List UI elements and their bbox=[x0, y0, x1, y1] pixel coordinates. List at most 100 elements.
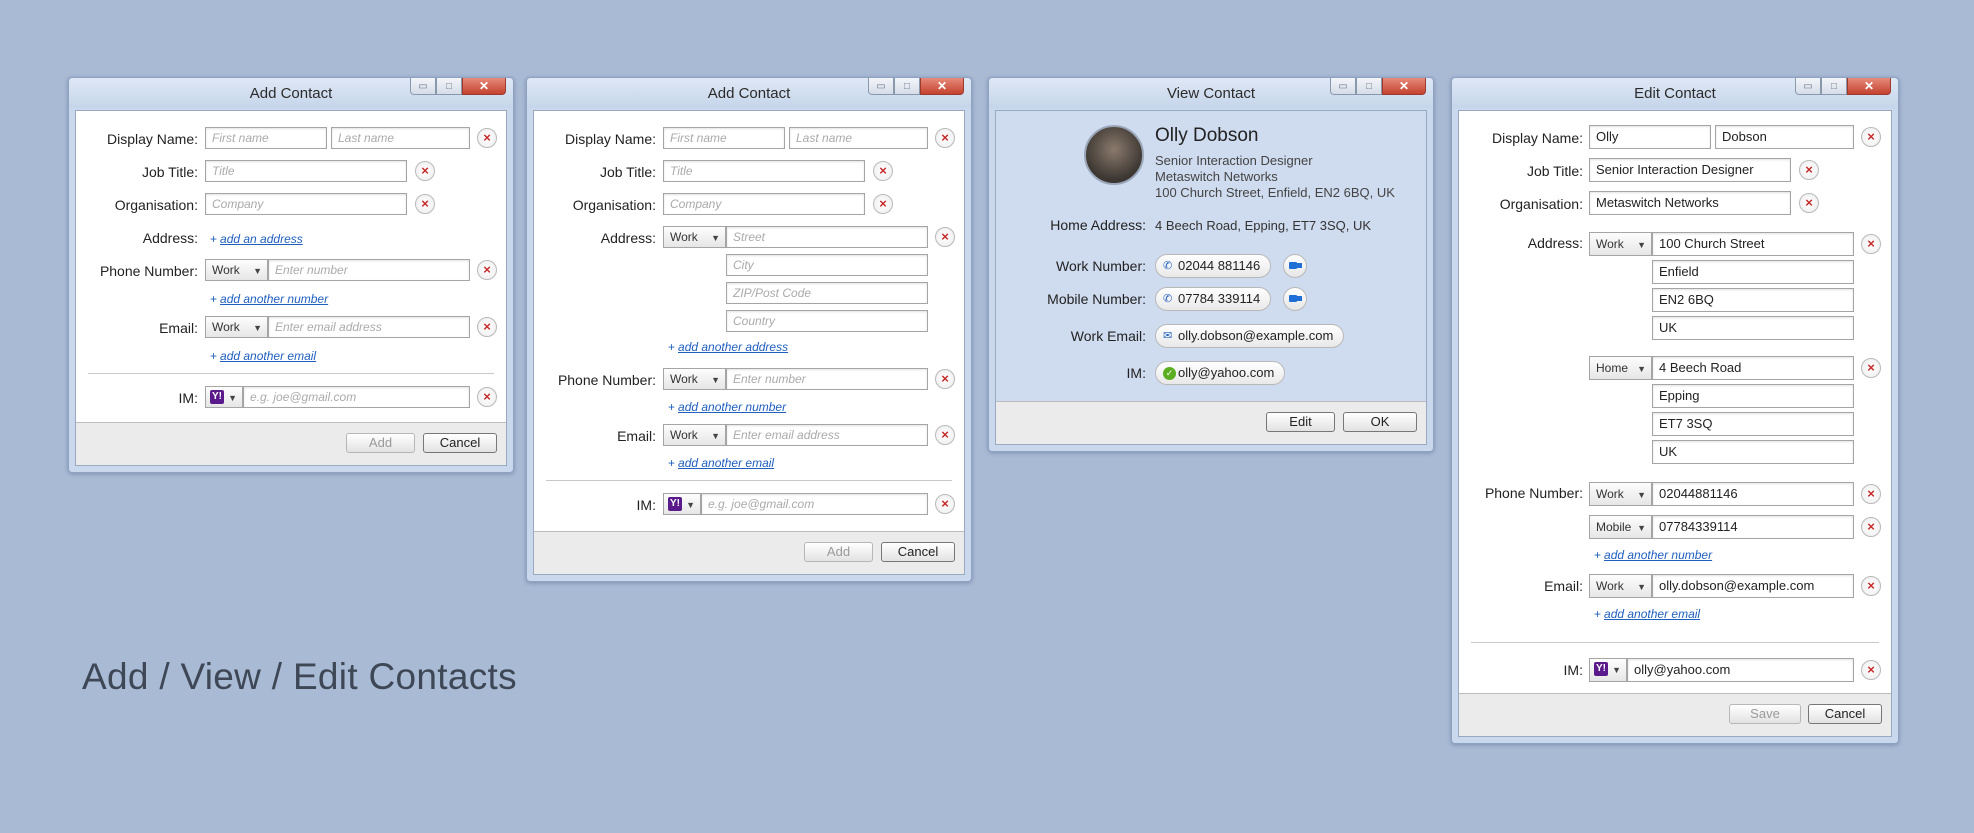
email-type-dropdown[interactable]: Work ▼ bbox=[1589, 574, 1652, 598]
email-field[interactable]: olly.dobson@example.com bbox=[1652, 574, 1854, 598]
job-title-field[interactable]: Title bbox=[205, 160, 407, 182]
title-bar[interactable]: Add Contact ▭ □ ✕ bbox=[69, 78, 513, 108]
close-icon[interactable]: ✕ bbox=[462, 78, 506, 95]
first-name-field[interactable]: First name bbox=[663, 127, 785, 149]
close-icon[interactable]: ✕ bbox=[1847, 78, 1891, 95]
email-field[interactable]: Enter email address bbox=[268, 316, 470, 338]
im-service-dropdown[interactable]: Y! ▼ bbox=[1589, 658, 1627, 682]
im-service-dropdown[interactable]: Y! ▼ bbox=[205, 386, 243, 408]
add-email-link[interactable]: + add another email bbox=[668, 456, 774, 470]
save-button[interactable]: Save bbox=[1729, 704, 1801, 724]
first-name-field[interactable]: First name bbox=[205, 127, 327, 149]
minimize-icon[interactable]: ▭ bbox=[868, 78, 894, 95]
remove-email-icon[interactable]: × bbox=[477, 317, 497, 337]
maximize-icon[interactable]: □ bbox=[1821, 78, 1847, 95]
city-field[interactable]: City bbox=[726, 254, 928, 276]
email-type-dropdown[interactable]: Work ▼ bbox=[663, 424, 726, 446]
add-email-link[interactable]: + add another email bbox=[1594, 607, 1700, 621]
maximize-icon[interactable]: □ bbox=[894, 78, 920, 95]
remove-home-address-icon[interactable]: × bbox=[1861, 358, 1881, 378]
video-call-icon[interactable] bbox=[1283, 287, 1307, 311]
remove-im-icon[interactable]: × bbox=[477, 387, 497, 407]
work-city-field[interactable]: Enfield bbox=[1652, 260, 1854, 284]
mobile-number-call-button[interactable]: ✆ 07784 339114 bbox=[1155, 287, 1272, 311]
remove-mobile-phone-icon[interactable]: × bbox=[1861, 517, 1881, 537]
home-country-field[interactable]: UK bbox=[1652, 440, 1854, 464]
remove-display-name-icon[interactable]: × bbox=[1861, 127, 1881, 147]
last-name-field[interactable]: Dobson bbox=[1715, 125, 1854, 149]
im-field[interactable]: olly@yahoo.com bbox=[1627, 658, 1854, 682]
add-number-link[interactable]: + add another number bbox=[668, 400, 786, 414]
title-bar[interactable]: View Contact ▭ □ ✕ bbox=[989, 78, 1433, 108]
remove-job-title-icon[interactable]: × bbox=[873, 161, 893, 181]
close-icon[interactable]: ✕ bbox=[920, 78, 964, 95]
home-street-field[interactable]: 4 Beech Road bbox=[1652, 356, 1854, 380]
phone-number-field[interactable]: Enter number bbox=[268, 259, 470, 281]
job-title-field[interactable]: Senior Interaction Designer bbox=[1589, 158, 1791, 182]
zip-field[interactable]: ZIP/Post Code bbox=[726, 282, 928, 304]
first-name-field[interactable]: Olly bbox=[1589, 125, 1711, 149]
remove-phone-icon[interactable]: × bbox=[935, 369, 955, 389]
remove-email-icon[interactable]: × bbox=[935, 425, 955, 445]
ok-button[interactable]: OK bbox=[1343, 412, 1417, 432]
remove-organisation-icon[interactable]: × bbox=[873, 194, 893, 214]
address-type-dropdown[interactable]: Work ▼ bbox=[663, 226, 726, 248]
work-postcode-field[interactable]: EN2 6BQ bbox=[1652, 288, 1854, 312]
title-bar[interactable]: Add Contact ▭ □ ✕ bbox=[527, 78, 971, 108]
last-name-field[interactable]: Last name bbox=[789, 127, 928, 149]
country-field[interactable]: Country bbox=[726, 310, 928, 332]
minimize-icon[interactable]: ▭ bbox=[1795, 78, 1821, 95]
im-field[interactable]: e.g. joe@gmail.com bbox=[701, 493, 928, 515]
work-number-call-button[interactable]: ✆ 02044 881146 bbox=[1155, 254, 1272, 278]
maximize-icon[interactable]: □ bbox=[1356, 78, 1382, 95]
work-address-type-dropdown[interactable]: Work ▼ bbox=[1589, 232, 1652, 256]
im-field[interactable]: e.g. joe@gmail.com bbox=[243, 386, 470, 408]
organisation-field[interactable]: Company bbox=[205, 193, 407, 215]
cancel-button[interactable]: Cancel bbox=[1808, 704, 1882, 724]
phone-type-dropdown[interactable]: Work ▼ bbox=[663, 368, 726, 390]
email-type-dropdown[interactable]: Work ▼ bbox=[205, 316, 268, 338]
remove-im-icon[interactable]: × bbox=[935, 494, 955, 514]
remove-email-icon[interactable]: × bbox=[1861, 576, 1881, 596]
last-name-field[interactable]: Last name bbox=[331, 127, 470, 149]
add-email-link[interactable]: + add another email bbox=[210, 349, 316, 363]
remove-im-icon[interactable]: × bbox=[1861, 660, 1881, 680]
minimize-icon[interactable]: ▭ bbox=[410, 78, 436, 95]
remove-display-name-icon[interactable]: × bbox=[477, 128, 497, 148]
work-street-field[interactable]: 100 Church Street bbox=[1652, 232, 1854, 256]
cancel-button[interactable]: Cancel bbox=[423, 433, 497, 453]
work-email-button[interactable]: ✉ olly.dobson@example.com bbox=[1155, 324, 1345, 348]
phone-number-field[interactable]: Enter number bbox=[726, 368, 928, 390]
remove-work-address-icon[interactable]: × bbox=[1861, 234, 1881, 254]
remove-job-title-icon[interactable]: × bbox=[415, 161, 435, 181]
add-number-link[interactable]: + add another number bbox=[1594, 548, 1712, 562]
video-call-icon[interactable] bbox=[1283, 254, 1307, 278]
email-field[interactable]: Enter email address bbox=[726, 424, 928, 446]
street-field[interactable]: Street bbox=[726, 226, 928, 248]
work-country-field[interactable]: UK bbox=[1652, 316, 1854, 340]
organisation-field[interactable]: Metaswitch Networks bbox=[1589, 191, 1791, 215]
add-button[interactable]: Add bbox=[346, 433, 415, 453]
title-bar[interactable]: Edit Contact ▭ □ ✕ bbox=[1452, 78, 1898, 108]
remove-display-name-icon[interactable]: × bbox=[935, 128, 955, 148]
remove-work-phone-icon[interactable]: × bbox=[1861, 484, 1881, 504]
minimize-icon[interactable]: ▭ bbox=[1330, 78, 1356, 95]
job-title-field[interactable]: Title bbox=[663, 160, 865, 182]
add-address-link[interactable]: + add an address bbox=[210, 232, 303, 246]
home-postcode-field[interactable]: ET7 3SQ bbox=[1652, 412, 1854, 436]
add-button[interactable]: Add bbox=[804, 542, 873, 562]
im-chat-button[interactable]: ✓ olly@yahoo.com bbox=[1155, 361, 1286, 385]
add-address-link[interactable]: + add another address bbox=[668, 340, 788, 354]
maximize-icon[interactable]: □ bbox=[436, 78, 462, 95]
im-service-dropdown[interactable]: Y! ▼ bbox=[663, 493, 701, 515]
cancel-button[interactable]: Cancel bbox=[881, 542, 955, 562]
mobile-phone-field[interactable]: 07784339114 bbox=[1652, 515, 1854, 539]
phone-type-dropdown[interactable]: Work ▼ bbox=[205, 259, 268, 281]
mobile-phone-type-dropdown[interactable]: Mobile ▼ bbox=[1589, 515, 1652, 539]
home-address-type-dropdown[interactable]: Home ▼ bbox=[1589, 356, 1652, 380]
remove-organisation-icon[interactable]: × bbox=[415, 194, 435, 214]
edit-button[interactable]: Edit bbox=[1266, 412, 1335, 432]
work-phone-field[interactable]: 02044881146 bbox=[1652, 482, 1854, 506]
remove-address-icon[interactable]: × bbox=[935, 227, 955, 247]
work-phone-type-dropdown[interactable]: Work ▼ bbox=[1589, 482, 1652, 506]
